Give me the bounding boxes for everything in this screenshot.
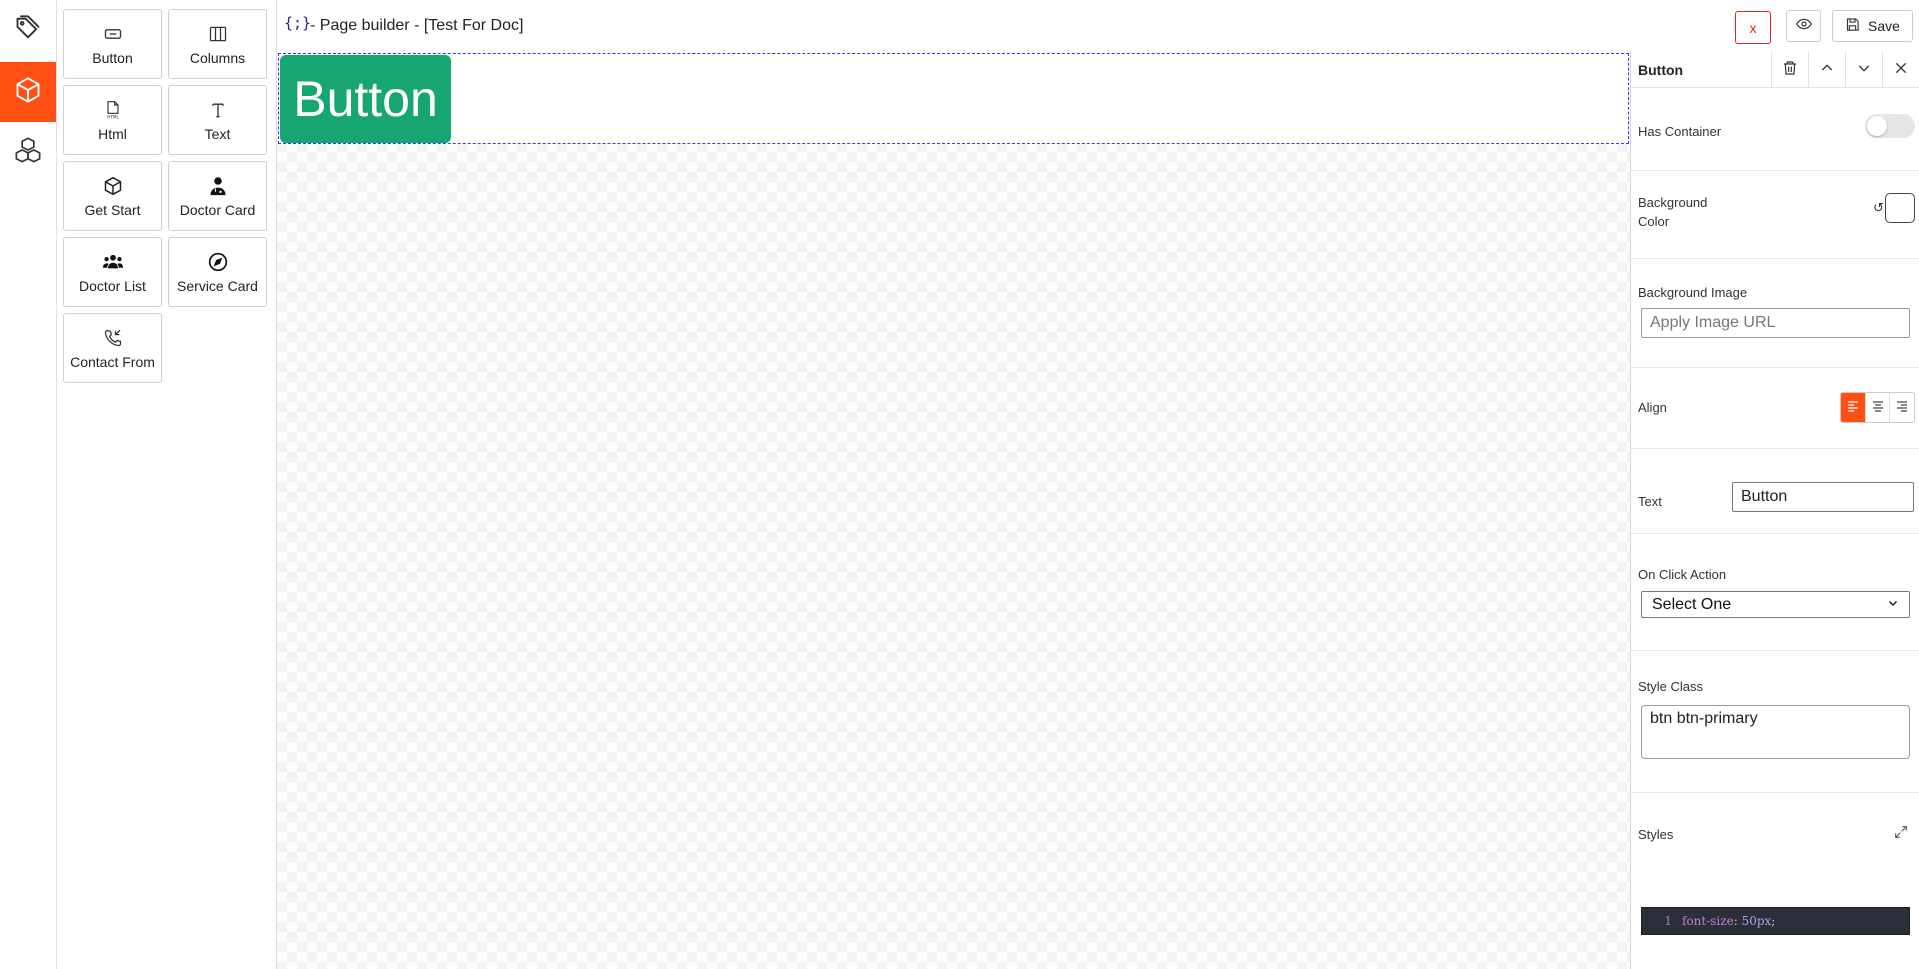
styles-label: Styles	[1638, 827, 1674, 842]
palette-item-label: Service Card	[177, 278, 258, 294]
code-semicolon: ;	[1771, 914, 1776, 928]
users-icon	[102, 250, 123, 274]
style-class-textarea[interactable]: btn btn-primary	[1641, 705, 1910, 759]
palette-item-contact-from[interactable]: Contact From	[63, 313, 162, 383]
on-click-label: On Click Action	[1638, 567, 1727, 582]
align-center-icon	[1872, 399, 1884, 417]
delete-block-button[interactable]	[1771, 52, 1808, 88]
app-logo: {;}	[284, 14, 312, 32]
cubes-icon	[14, 136, 42, 169]
background-image-section: Background Image	[1631, 259, 1919, 368]
chevron-down-icon	[1887, 596, 1899, 614]
background-color-label: Background	[1638, 195, 1708, 210]
code-colon: :	[1733, 914, 1742, 928]
styles-code-editor[interactable]: 1 font-size: 50px;	[1641, 907, 1910, 935]
palette-item-doctor-list[interactable]: Doctor List	[63, 237, 162, 307]
on-click-section: On Click Action Select One	[1631, 534, 1919, 651]
doctor-icon	[208, 174, 228, 198]
text-icon	[208, 98, 228, 122]
palette-item-label: Doctor Card	[179, 202, 256, 218]
component-palette: Button Columns HTML Html Text Get Start …	[57, 0, 277, 969]
has-container-section: Has Container	[1631, 88, 1919, 171]
on-click-select[interactable]: Select One	[1641, 591, 1910, 618]
align-left-button[interactable]	[1841, 393, 1865, 422]
move-up-button[interactable]	[1808, 52, 1845, 88]
eye-icon	[1795, 16, 1812, 37]
toggle-knob	[1867, 116, 1887, 136]
palette-item-label: Doctor List	[79, 278, 146, 294]
html-file-icon: HTML	[103, 98, 123, 122]
chevron-down-icon	[1856, 60, 1872, 81]
color-swatch[interactable]	[1885, 193, 1915, 223]
properties-header: Button	[1631, 52, 1919, 88]
align-right-button[interactable]	[1889, 393, 1914, 422]
palette-item-html[interactable]: HTML Html	[63, 85, 162, 155]
columns-icon	[208, 22, 228, 46]
align-right-icon	[1896, 399, 1908, 417]
chevron-up-icon	[1819, 60, 1835, 81]
palette-item-doctor-card[interactable]: Doctor Card	[168, 161, 267, 231]
palette-item-text[interactable]: Text	[168, 85, 267, 155]
text-label: Text	[1638, 494, 1662, 509]
phone-incoming-icon	[103, 326, 123, 350]
code-property: font-size	[1682, 914, 1734, 928]
palette-item-columns[interactable]: Columns	[168, 9, 267, 79]
align-button-group	[1840, 392, 1915, 423]
background-image-input[interactable]	[1641, 308, 1910, 338]
palette-item-get-start[interactable]: Get Start	[63, 161, 162, 231]
palette-item-label: Get Start	[84, 202, 141, 218]
text-section: Text	[1631, 449, 1919, 534]
code-value: 50px	[1741, 914, 1772, 928]
rail-item-blocks[interactable]	[0, 122, 56, 182]
palette-item-button[interactable]: Button	[63, 9, 162, 79]
palette-item-label: Button	[92, 50, 133, 66]
text-input[interactable]	[1732, 482, 1914, 512]
box-icon	[103, 174, 123, 198]
tag-icon	[14, 14, 42, 47]
close-builder-button[interactable]: x	[1735, 11, 1771, 44]
palette-item-service-card[interactable]: Service Card	[168, 237, 267, 307]
svg-text:HTML: HTML	[107, 114, 119, 119]
palette-item-label: Html	[98, 126, 127, 142]
save-button[interactable]: Save	[1832, 10, 1913, 42]
preview-button[interactable]	[1786, 10, 1821, 42]
close-icon	[1893, 60, 1909, 81]
align-center-button[interactable]	[1864, 393, 1890, 422]
floppy-icon	[1845, 17, 1860, 35]
code-line-number: 1	[1664, 914, 1672, 928]
palette-item-label: Contact From	[70, 354, 155, 370]
cube-icon	[14, 76, 42, 109]
align-section: Align	[1631, 368, 1919, 449]
background-color-section: Background Color ↺	[1631, 171, 1919, 259]
top-bar: {;} - Page builder - [Test For Doc] x Sa…	[277, 0, 1919, 52]
properties-panel: Button Has Container Background Color ↺ …	[1630, 52, 1919, 969]
on-click-value: Select One	[1652, 595, 1732, 613]
page-title: - Page builder - [Test For Doc]	[310, 17, 524, 34]
background-image-label: Background Image	[1638, 285, 1748, 300]
builder-canvas[interactable]: Button	[277, 52, 1630, 969]
rail-item-tags[interactable]	[0, 0, 56, 60]
save-label: Save	[1868, 18, 1900, 34]
reset-color-icon[interactable]: ↺	[1873, 200, 1884, 216]
align-left-icon	[1847, 399, 1859, 417]
nav-rail	[0, 0, 57, 969]
selected-block[interactable]: Button	[278, 53, 1629, 144]
background-color-label-2: Color	[1638, 214, 1670, 229]
compass-icon	[208, 250, 228, 274]
expand-icon[interactable]	[1893, 824, 1909, 845]
move-down-button[interactable]	[1845, 52, 1882, 88]
rail-item-components[interactable]	[0, 62, 56, 122]
properties-title: Button	[1638, 62, 1684, 78]
style-class-label: Style Class	[1638, 679, 1704, 694]
button-icon	[103, 22, 123, 46]
canvas-button[interactable]: Button	[280, 55, 451, 143]
close-panel-button[interactable]	[1882, 52, 1919, 88]
style-class-section: Style Class btn btn-primary	[1631, 651, 1919, 793]
has-container-label: Has Container	[1638, 124, 1722, 139]
has-container-toggle[interactable]	[1865, 114, 1915, 138]
trash-icon	[1782, 60, 1798, 81]
align-label: Align	[1638, 400, 1667, 415]
palette-item-label: Text	[204, 126, 231, 142]
palette-item-label: Columns	[189, 50, 246, 66]
